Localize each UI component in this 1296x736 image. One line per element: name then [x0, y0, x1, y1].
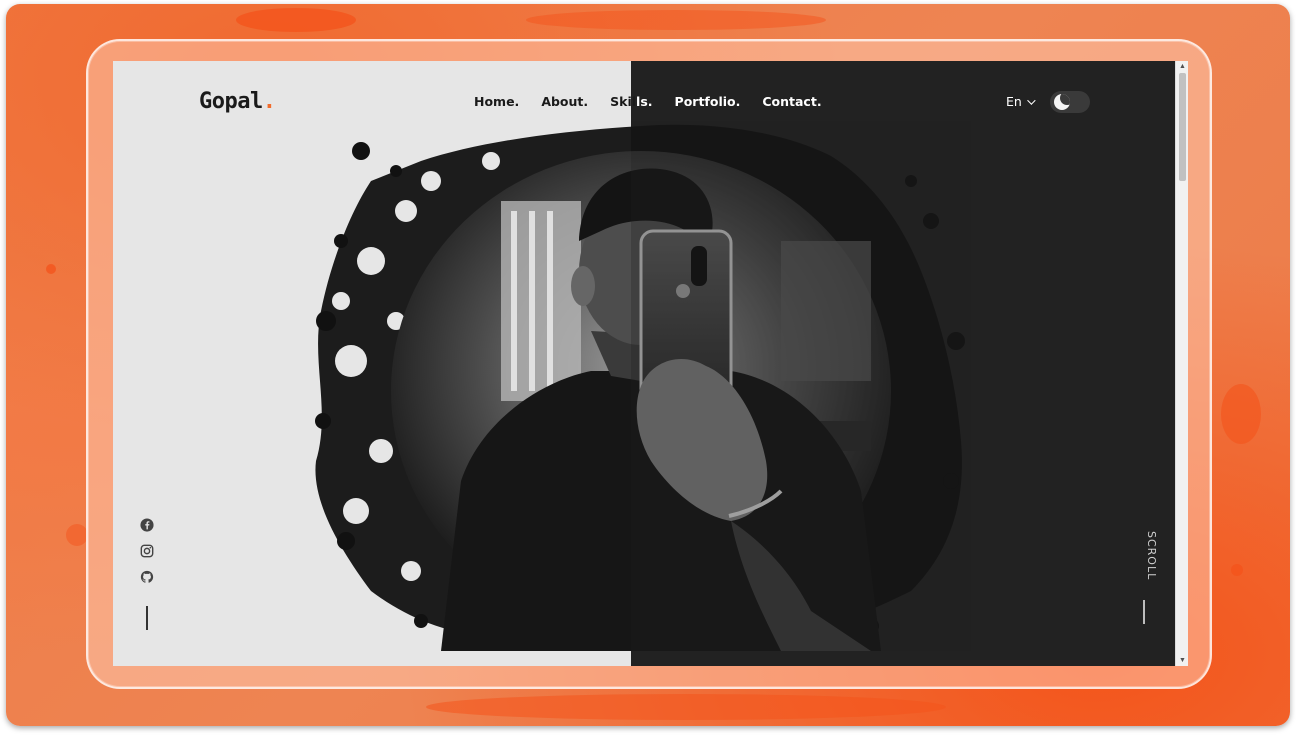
main-nav: Home. About. Skills. Portfolio. Contact.	[474, 94, 822, 109]
website-viewport: Gopal. Home. About. Skills. Portfolio. C…	[113, 61, 1188, 666]
nav-skills-link[interactable]: Skills.	[610, 94, 652, 109]
nav-skills-label-part: Skil	[610, 94, 637, 109]
theme-toggle[interactable]	[1050, 91, 1090, 113]
logo-accent-dot: .	[262, 89, 276, 114]
language-selected: En	[1006, 94, 1022, 109]
hero-portrait-image	[315, 121, 971, 651]
social-divider-line	[146, 606, 148, 630]
paint-splat	[66, 524, 88, 546]
github-icon[interactable]	[140, 570, 154, 584]
facebook-icon[interactable]	[140, 518, 154, 532]
nav-portfolio-link[interactable]: Portfolio.	[675, 94, 741, 109]
instagram-icon[interactable]	[140, 544, 154, 558]
paint-splat	[526, 10, 826, 30]
scroll-down-arrow[interactable]: ▼	[1176, 655, 1188, 666]
nav-contact-link[interactable]: Contact.	[762, 94, 821, 109]
scroll-indicator-label[interactable]: SCROLL	[1128, 531, 1158, 591]
scroll-indicator-line	[1143, 600, 1145, 624]
paint-splat	[236, 8, 356, 32]
scroll-up-arrow[interactable]: ▲	[1176, 61, 1188, 72]
paint-splat	[46, 264, 56, 274]
vertical-scrollbar[interactable]: ▲ ▼	[1175, 61, 1188, 666]
scrollbar-thumb[interactable]	[1179, 73, 1186, 181]
paint-splat	[426, 694, 946, 720]
paint-splat	[1231, 564, 1243, 576]
nav-home-link[interactable]: Home.	[474, 94, 519, 109]
social-links	[140, 518, 154, 630]
nav-about-link[interactable]: About.	[541, 94, 588, 109]
logo-text: Gopal	[199, 89, 263, 114]
paint-splat	[1221, 384, 1261, 444]
nav-skills-label-part: ls.	[636, 94, 653, 109]
site-logo[interactable]: Gopal.	[199, 89, 276, 114]
moon-icon	[1054, 94, 1070, 110]
language-selector[interactable]: En	[1006, 94, 1036, 109]
